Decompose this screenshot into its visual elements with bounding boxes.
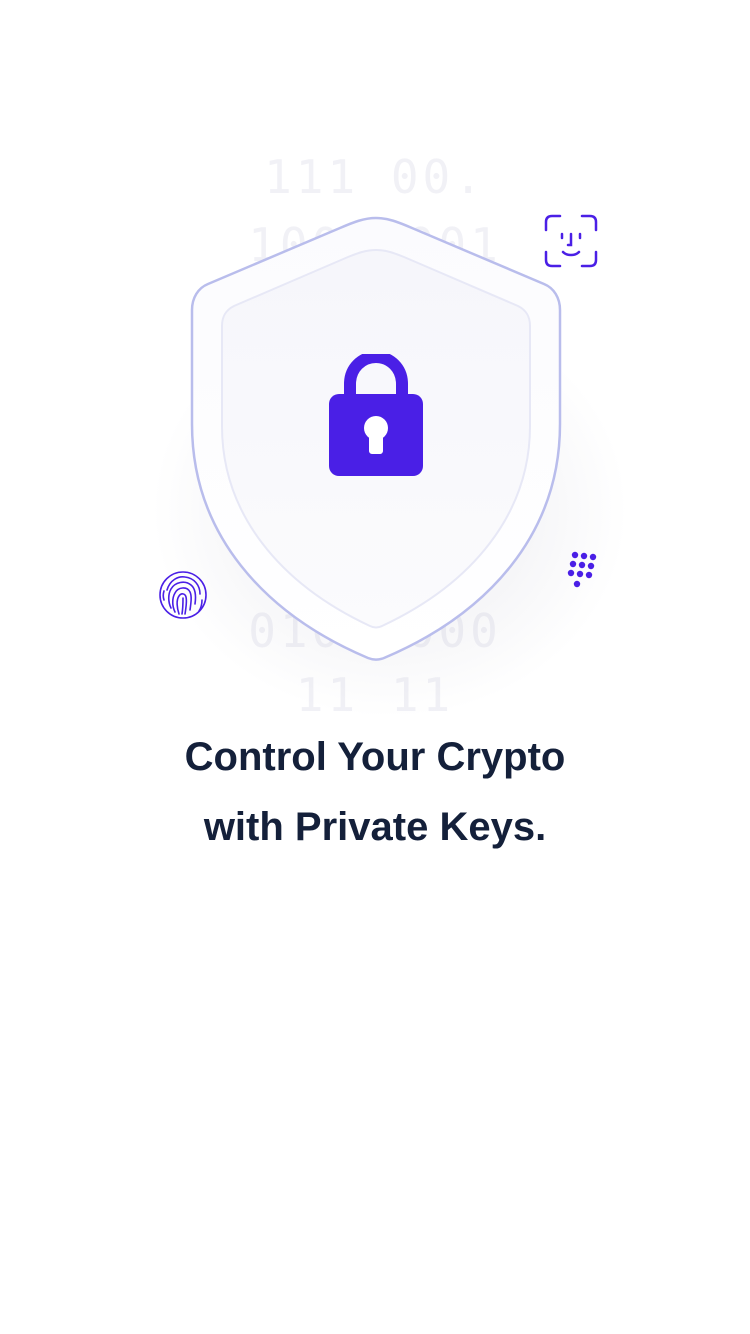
lock-icon: [329, 354, 423, 476]
headline-line-1: Control Your Crypto: [184, 735, 566, 779]
binary-row: 111 00.: [264, 150, 486, 204]
fingerprint-icon: [159, 571, 207, 619]
onboarding-headline: Control Your Crypto with Private Keys.: [0, 722, 750, 862]
onboarding-screen: 111 00. 1001 001 1 0 0 1 01 00 001 10 01…: [0, 0, 750, 1334]
keypad-icon: [567, 551, 597, 588]
headline-line-2: with Private Keys.: [203, 805, 547, 849]
face-id-icon: [544, 214, 598, 268]
security-illustration: 111 00. 1001 001 1 0 0 1 01 00 001 10 01…: [0, 0, 750, 722]
